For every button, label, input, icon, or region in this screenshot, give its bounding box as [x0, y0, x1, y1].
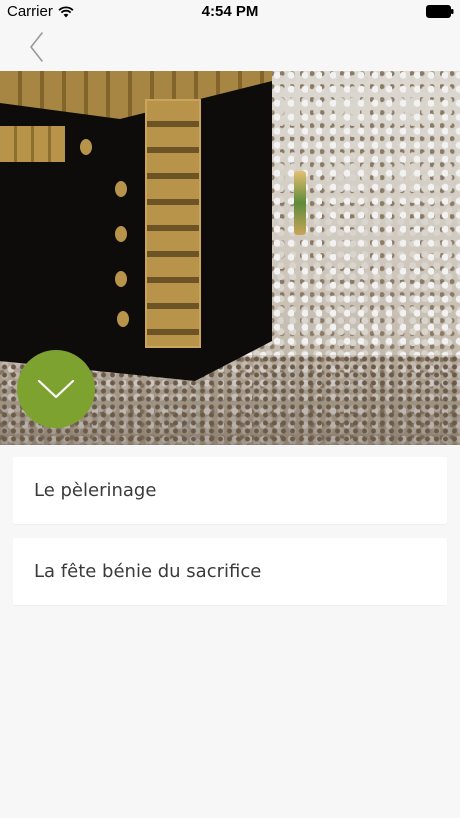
chevron-left-icon [30, 32, 43, 62]
list-item-label: La fête bénie du sacrifice [34, 561, 262, 582]
chevron-down-icon [37, 379, 75, 399]
hero-medallion [115, 226, 127, 242]
hero-medallion [117, 311, 129, 327]
hero-medallion [115, 271, 127, 287]
list-item-sacrifice-feast[interactable]: La fête bénie du sacrifice [13, 538, 447, 605]
hero-kaaba-band-small [0, 126, 65, 162]
hero-kaaba [0, 71, 272, 381]
screen: Carrier 4:54 PM Le pèlerinage La fête bé… [0, 0, 460, 818]
battery-icon [426, 5, 454, 18]
expand-button[interactable] [17, 350, 95, 428]
hero-medallion [115, 181, 127, 197]
status-bar: Carrier 4:54 PM [0, 0, 460, 24]
back-button[interactable] [22, 30, 52, 64]
list-item-label: Le pèlerinage [34, 480, 157, 501]
nav-bar [0, 24, 460, 71]
hero-kaaba-door [145, 99, 201, 348]
hero-lamp [294, 171, 306, 235]
list-item-pilgrimage[interactable]: Le pèlerinage [13, 457, 447, 524]
status-time: 4:54 PM [201, 3, 259, 20]
hero-medallion [80, 139, 92, 155]
